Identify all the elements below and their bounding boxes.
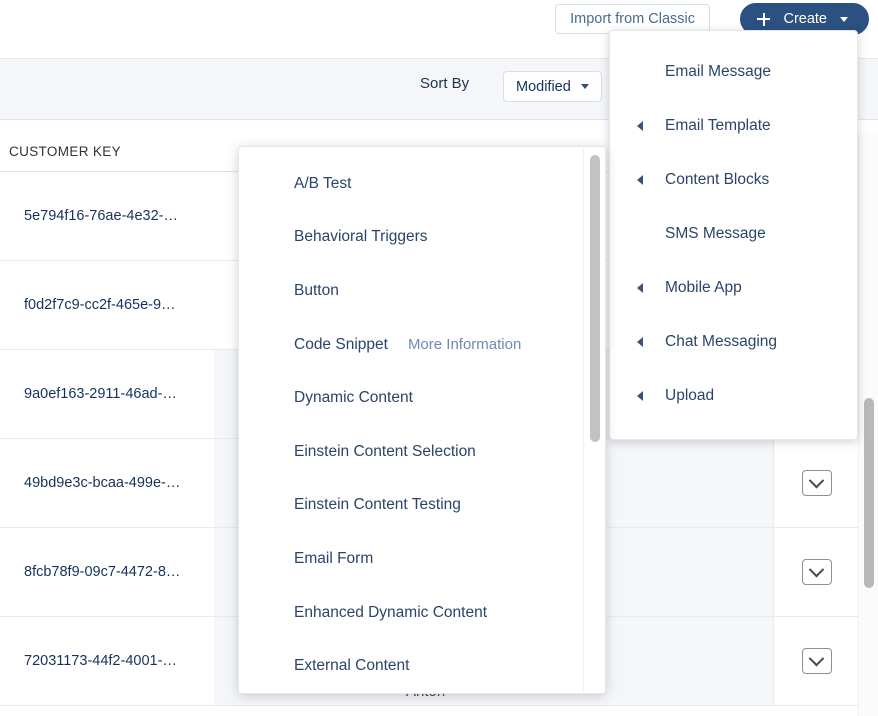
- content-type-item-code-snippet[interactable]: Code Snippet More Information: [239, 318, 585, 372]
- content-type-item-dynamic-content[interactable]: Dynamic Content: [239, 371, 585, 425]
- content-type-item-external-content[interactable]: External Content: [239, 639, 585, 693]
- sort-by-select[interactable]: Modified: [503, 71, 602, 102]
- cell-actions: [773, 528, 858, 616]
- create-menu-item-upload[interactable]: Upload: [610, 369, 857, 423]
- create-button-label: Create: [783, 11, 827, 27]
- row-actions-button[interactable]: [801, 648, 832, 674]
- page-scrollbar-thumb[interactable]: [864, 398, 874, 588]
- cell-customer-key: 72031173-44f2-4001-…: [24, 653, 177, 669]
- create-menu-item-label: Upload: [665, 387, 715, 404]
- create-menu-item-label: Chat Messaging: [665, 333, 778, 350]
- content-type-label: Einstein Content Testing: [294, 496, 461, 514]
- create-menu-item-chat-messaging[interactable]: Chat Messaging: [610, 315, 857, 369]
- content-type-item-button[interactable]: Button: [239, 264, 585, 318]
- content-type-label: A/B Test: [294, 174, 352, 192]
- app-root: Import from Classic Create Sort By Modif…: [0, 0, 878, 716]
- import-from-classic-label: Import from Classic: [570, 11, 695, 27]
- content-type-submenu: A/B Test Behavioral Triggers Button Code…: [238, 146, 606, 694]
- cell-customer-key: 8fcb78f9-09c7-4472-8…: [24, 564, 181, 580]
- cell-customer-key: 5e794f16-76ae-4e32-…: [24, 208, 178, 224]
- sort-by-label: Sort By: [420, 75, 470, 92]
- content-type-scrollbar-thumb[interactable]: [590, 155, 600, 442]
- triangle-left-icon: [637, 283, 643, 293]
- content-type-label: Email Form: [294, 549, 374, 567]
- content-type-scrollbar[interactable]: [583, 147, 605, 693]
- chevron-down-icon: [580, 84, 589, 89]
- create-menu-item-label: Content Blocks: [665, 171, 770, 188]
- chevron-down-icon: [808, 650, 825, 666]
- triangle-left-icon: [637, 175, 643, 185]
- create-menu-item-email-template[interactable]: Email Template: [610, 99, 857, 153]
- plus-icon: [757, 12, 771, 26]
- content-type-label: Button: [294, 281, 339, 299]
- cell-actions: [773, 439, 858, 527]
- sort-by-value: Modified: [516, 78, 571, 95]
- create-menu-item-sms-message[interactable]: SMS Message: [610, 207, 857, 261]
- create-menu-item-label: SMS Message: [665, 225, 766, 242]
- content-type-item-enhanced-dynamic-content[interactable]: Enhanced Dynamic Content: [239, 586, 585, 640]
- content-type-item-einstein-content-testing[interactable]: Einstein Content Testing: [239, 479, 585, 533]
- content-type-label: Code Snippet: [294, 335, 388, 353]
- create-menu-item-label: Mobile App: [665, 279, 742, 296]
- cell-customer-key: 9a0ef163-2911-46ad-…: [24, 386, 177, 402]
- content-type-item-ab-test[interactable]: A/B Test: [239, 157, 585, 211]
- content-type-list: A/B Test Behavioral Triggers Button Code…: [239, 147, 585, 693]
- create-menu-item-email-message[interactable]: Email Message: [610, 45, 857, 99]
- content-type-label: External Content: [294, 657, 410, 675]
- chevron-down-icon: [808, 472, 825, 488]
- create-menu-item-content-blocks[interactable]: Content Blocks: [610, 153, 857, 207]
- row-actions-button[interactable]: [801, 559, 832, 585]
- triangle-left-icon: [637, 121, 643, 131]
- content-type-item-behavioral-triggers[interactable]: Behavioral Triggers: [239, 211, 585, 265]
- content-type-label: Behavioral Triggers: [294, 228, 428, 246]
- chevron-down-icon: [808, 561, 825, 577]
- create-menu-item-label: Email Template: [665, 117, 771, 134]
- content-type-item-email-form[interactable]: Email Form: [239, 532, 585, 586]
- content-type-item-einstein-content-selection[interactable]: Einstein Content Selection: [239, 425, 585, 479]
- page-scrollbar[interactable]: [858, 133, 878, 716]
- content-type-label: Enhanced Dynamic Content: [294, 603, 488, 621]
- triangle-left-icon: [637, 337, 643, 347]
- create-menu-item-label: Email Message: [665, 63, 771, 80]
- create-menu-item-mobile-app[interactable]: Mobile App: [610, 261, 857, 315]
- row-actions-button[interactable]: [801, 470, 832, 496]
- cell-customer-key: 49bd9e3c-bcaa-499e-…: [24, 475, 181, 491]
- triangle-left-icon: [637, 391, 643, 401]
- cell-customer-key: f0d2f7c9-cc2f-465e-9…: [24, 297, 176, 313]
- create-dropdown-menu: Email Message Email Template Content Blo…: [609, 30, 858, 440]
- content-type-label: Dynamic Content: [294, 389, 413, 407]
- chevron-down-icon: [840, 16, 848, 22]
- cell-actions: [773, 617, 858, 705]
- content-type-label: Einstein Content Selection: [294, 442, 476, 460]
- more-information-link[interactable]: More Information: [408, 336, 521, 353]
- column-header-customer-key[interactable]: CUSTOMER KEY: [9, 133, 209, 171]
